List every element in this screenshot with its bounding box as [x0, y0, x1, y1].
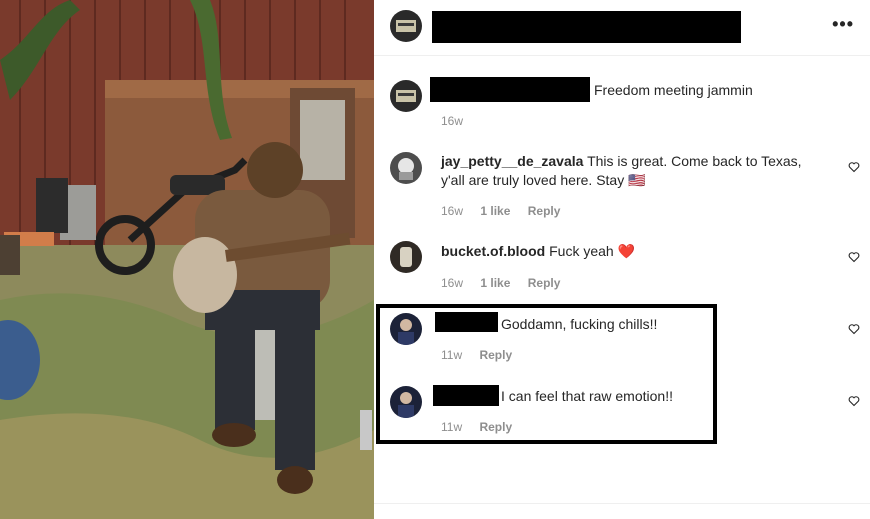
- heart-outline-icon[interactable]: [848, 395, 860, 407]
- poster-avatar[interactable]: [390, 10, 422, 42]
- comment-meta: 11w Reply: [441, 348, 526, 362]
- comment-time[interactable]: 16w: [441, 276, 463, 290]
- post-header: •••: [374, 0, 870, 56]
- redacted-username: [433, 385, 499, 406]
- action-bar-partial: [386, 512, 866, 519]
- comment-avatar[interactable]: [390, 152, 422, 184]
- comment-body: Goddamn, fucking chills!!: [501, 316, 658, 332]
- comments-panel: ••• Freedom meeting jammin 16w jay_petty…: [374, 0, 870, 519]
- comment-body-line2: y'all are truly loved here. Stay 🇺🇸: [441, 172, 646, 188]
- reply-button[interactable]: Reply: [479, 420, 512, 434]
- comment-likes[interactable]: 1 like: [480, 276, 510, 290]
- comment-body: This is great. Come back to Texas,: [587, 153, 802, 169]
- more-options-icon[interactable]: •••: [832, 14, 854, 34]
- photo-image: [0, 0, 374, 519]
- redacted-username: [432, 11, 741, 43]
- comment-username[interactable]: jay_petty__de_zavala: [441, 153, 583, 169]
- caption-avatar[interactable]: [390, 80, 422, 112]
- post-photo[interactable]: [0, 0, 374, 519]
- comment-time[interactable]: 11w: [441, 420, 462, 434]
- comment-avatar[interactable]: [390, 386, 422, 418]
- caption-meta: 16w: [441, 114, 477, 128]
- comment-text: bucket.of.blood Fuck yeah ❤️: [441, 242, 635, 261]
- comment-text: jay_petty__de_zavala This is great. Come…: [441, 152, 802, 171]
- comment-meta: 11w Reply: [441, 420, 526, 434]
- comment-body: I can feel that raw emotion!!: [501, 388, 673, 404]
- comment-meta: 16w 1 like Reply: [441, 276, 574, 290]
- heart-outline-icon[interactable]: [848, 251, 860, 263]
- comment-time[interactable]: 11w: [441, 348, 462, 362]
- reply-button[interactable]: Reply: [528, 204, 561, 218]
- comment-avatar[interactable]: [390, 313, 422, 345]
- redacted-username: [435, 312, 498, 332]
- comment-time[interactable]: 16w: [441, 204, 463, 218]
- comment-avatar[interactable]: [390, 241, 422, 273]
- heart-outline-icon[interactable]: [848, 323, 860, 335]
- heart-outline-icon[interactable]: [848, 161, 860, 173]
- footer-divider: [374, 503, 870, 504]
- comment-likes[interactable]: 1 like: [480, 204, 510, 218]
- caption-time[interactable]: 16w: [441, 114, 463, 128]
- caption-text: Freedom meeting jammin: [594, 82, 753, 98]
- reply-button[interactable]: Reply: [528, 276, 561, 290]
- redacted-caption-username: [430, 77, 590, 102]
- comment-username[interactable]: bucket.of.blood: [441, 243, 545, 259]
- comment-meta: 16w 1 like Reply: [441, 204, 574, 218]
- reply-button[interactable]: Reply: [479, 348, 512, 362]
- comment-body: Fuck yeah ❤️: [549, 243, 636, 259]
